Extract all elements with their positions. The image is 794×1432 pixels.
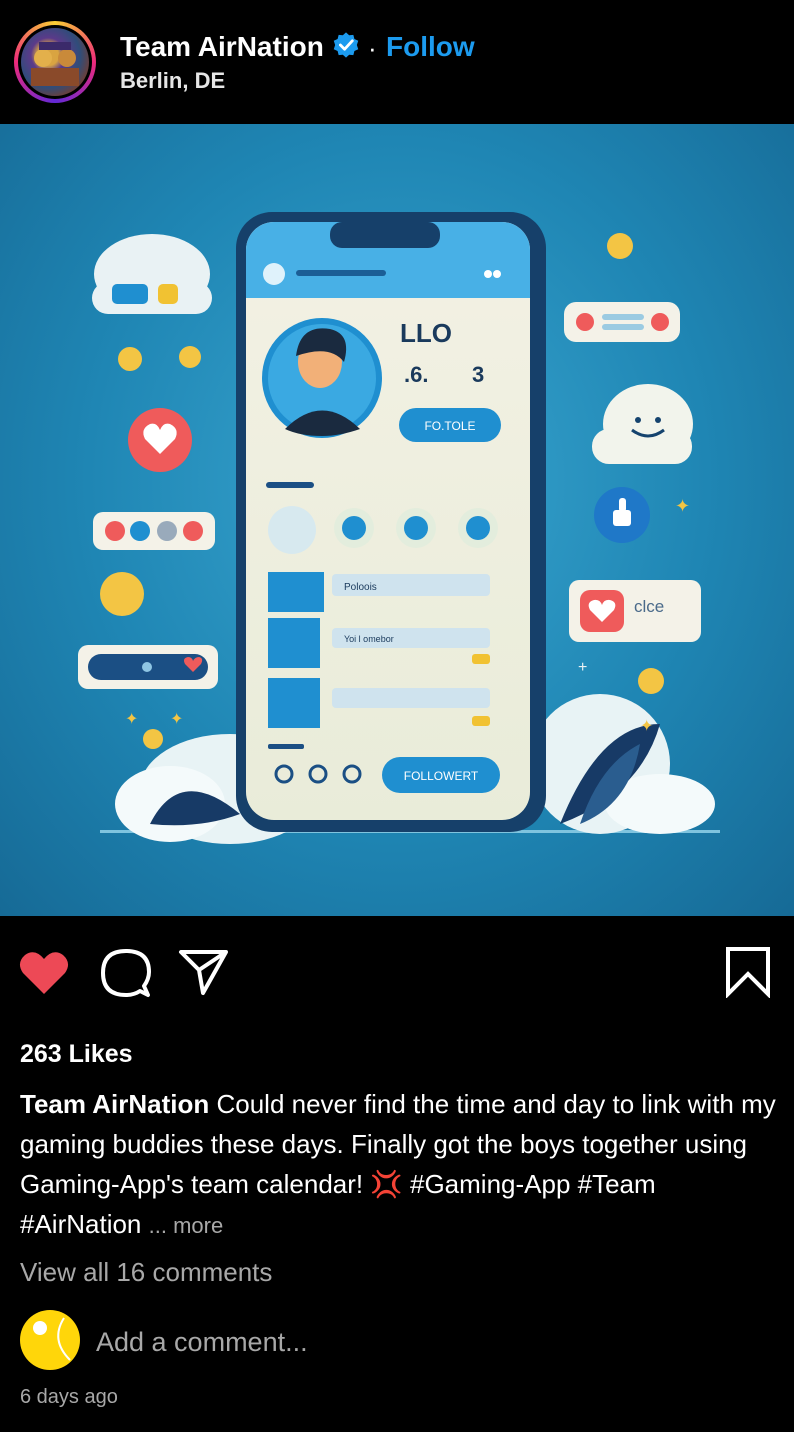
profile-avatar[interactable] — [14, 21, 96, 103]
view-all-comments-link[interactable]: View all 16 comments — [20, 1257, 272, 1288]
post-timestamp: 6 days ago — [20, 1386, 118, 1408]
location-label[interactable]: Berlin, DE — [120, 68, 225, 94]
phone-follow-button-label: FOLLOWERT — [404, 769, 479, 783]
separator-dot: · — [368, 33, 377, 63]
caption-emoji: 💢 — [370, 1169, 403, 1199]
profile-stat-1: .6. — [404, 362, 428, 387]
verified-badge-icon — [333, 32, 359, 58]
profile-follow-pill: FO.TOLE — [424, 419, 475, 433]
profile-stat-2: 3 — [472, 362, 484, 387]
svg-text:✦: ✦ — [170, 711, 183, 728]
username[interactable]: Team AirNation — [120, 31, 324, 63]
post-illustration: clce ✦ + ✦ ✦ ✦ LLO .6. 3 FO.TOLE Poloois… — [78, 212, 720, 844]
send-icon[interactable] — [178, 948, 230, 996]
list-item-1-label: Poloois — [344, 582, 377, 593]
svg-text:+: + — [578, 659, 587, 676]
post-caption: Team AirNation Could never find the time… — [20, 1084, 780, 1246]
side-card-label: clce — [634, 597, 664, 616]
profile-name-label: LLO — [400, 318, 452, 348]
caption-username[interactable]: Team AirNation — [20, 1089, 209, 1119]
post-actions — [0, 916, 794, 1026]
bookmark-icon[interactable] — [724, 946, 772, 998]
svg-text:✦: ✦ — [675, 496, 690, 516]
svg-text:✦: ✦ — [640, 718, 653, 735]
follow-button[interactable]: Follow — [386, 31, 475, 63]
heart-icon[interactable] — [18, 950, 70, 996]
comment-input[interactable] — [96, 1322, 696, 1362]
likes-count[interactable]: 263 Likes — [20, 1040, 133, 1069]
caption-more-link[interactable]: ... more — [149, 1213, 224, 1238]
post-header: Team AirNation · Follow Berlin, DE — [0, 0, 794, 124]
current-user-avatar — [20, 1310, 80, 1370]
avatar-image — [21, 28, 89, 96]
comment-icon[interactable] — [100, 948, 152, 998]
svg-text:✦: ✦ — [125, 711, 138, 728]
list-item-2-label: Yoi l omebor — [344, 634, 394, 644]
post-image[interactable]: clce ✦ + ✦ ✦ ✦ LLO .6. 3 FO.TOLE Poloois… — [0, 124, 794, 916]
